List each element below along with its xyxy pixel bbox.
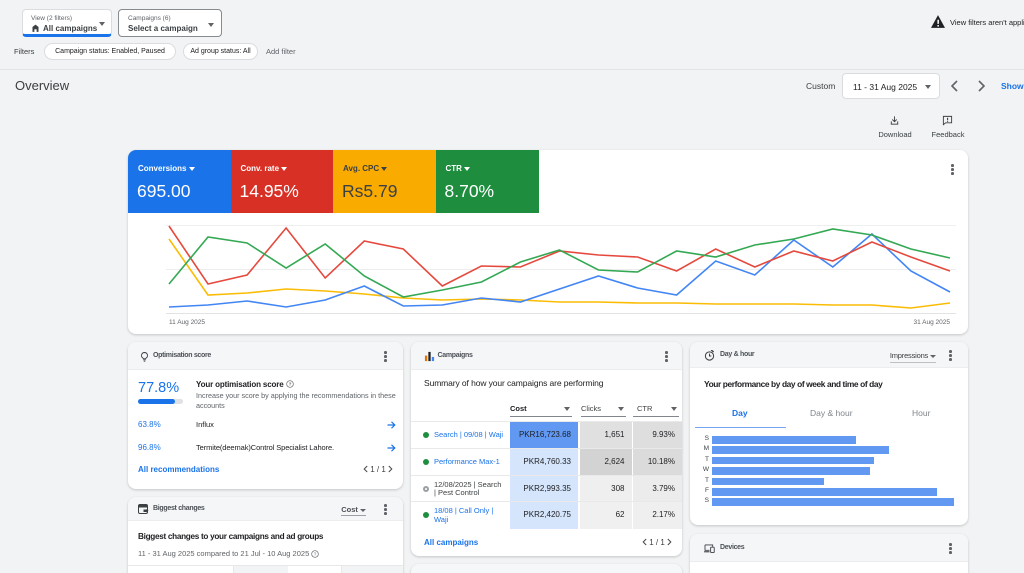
svg-text:?: ? — [314, 551, 317, 556]
svg-text:11 Aug 2025: 11 Aug 2025 — [169, 319, 205, 326]
svg-text:31 Aug 2025: 31 Aug 2025 — [913, 319, 950, 326]
svg-text:?: ? — [288, 382, 291, 387]
